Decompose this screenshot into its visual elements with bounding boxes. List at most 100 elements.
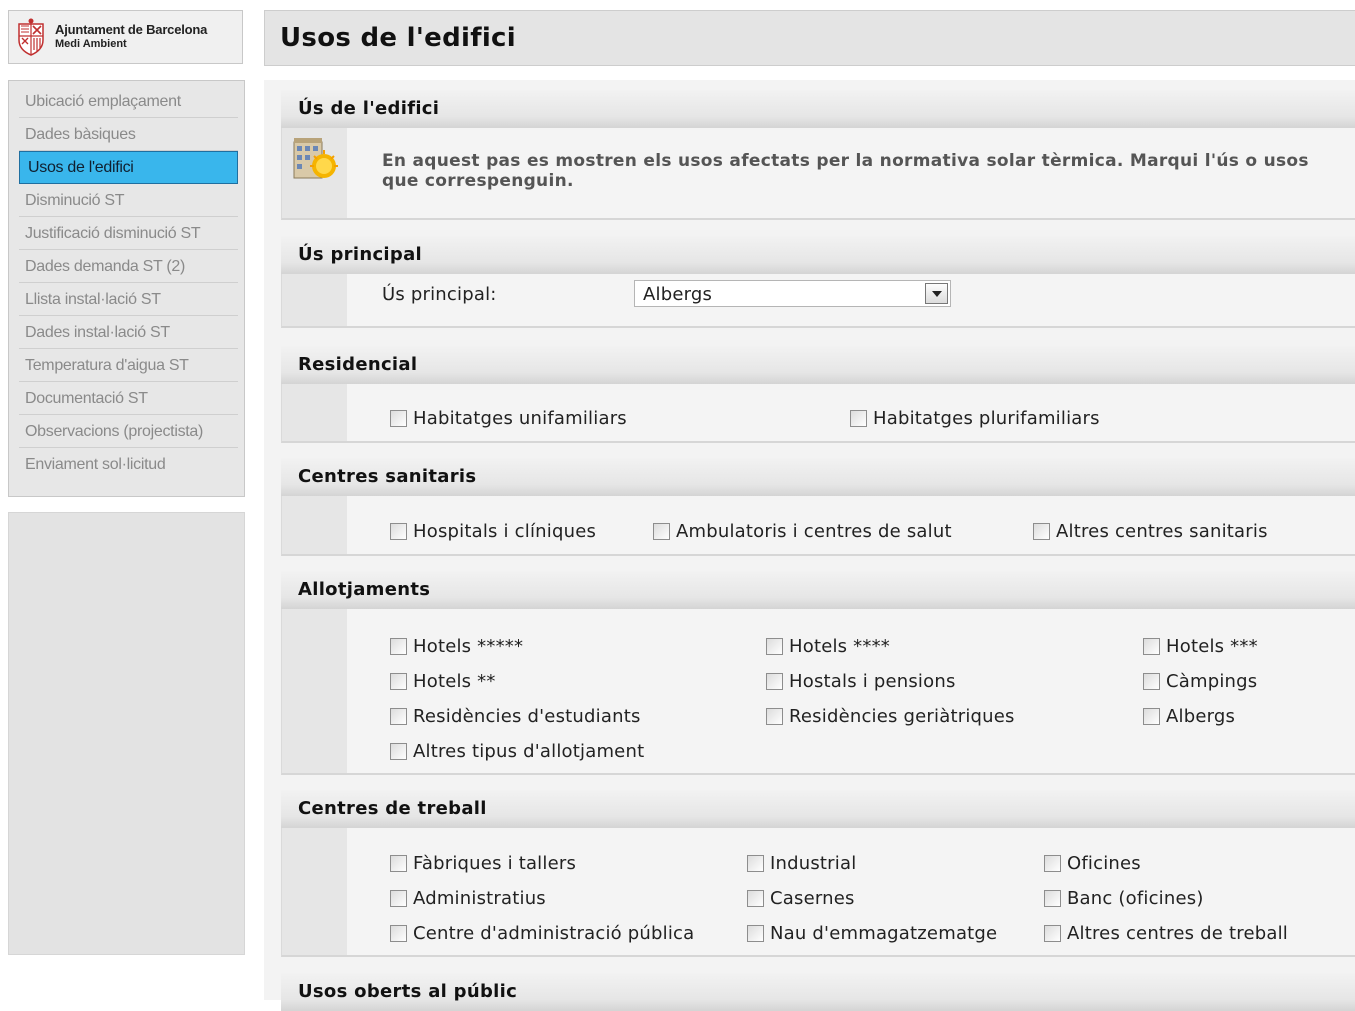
page-header: Usos de l'edifici xyxy=(264,10,1355,66)
checkbox-casernes[interactable]: Casernes xyxy=(747,888,855,909)
checkbox-campings[interactable]: Càmpings xyxy=(1143,671,1257,692)
checkbox-label: Altres tipus d'allotjament xyxy=(413,741,645,762)
checkbox-altres-allotjament[interactable]: Altres tipus d'allotjament xyxy=(390,741,644,762)
checkbox-albergs[interactable]: Albergs xyxy=(1143,706,1235,727)
checkbox-box[interactable] xyxy=(1143,708,1160,725)
checkbox-label: Residències geriàtriques xyxy=(789,706,1015,727)
checkbox-hospitals[interactable]: Hospitals i clíniques xyxy=(390,521,596,542)
checkbox-label: Hostals i pensions xyxy=(789,671,956,692)
checkbox-habitatges-plurifamiliars[interactable]: Habitatges plurifamiliars xyxy=(850,408,1100,429)
checkbox-box[interactable] xyxy=(1044,925,1061,942)
checkbox-box[interactable] xyxy=(390,638,407,655)
section-title: Ús principal xyxy=(281,236,1355,274)
checkbox-fabriques[interactable]: Fàbriques i tallers xyxy=(390,853,576,874)
checkbox-box[interactable] xyxy=(1044,890,1061,907)
logo[interactable]: Ajuntament de Barcelona Medi Ambient xyxy=(8,10,243,64)
checkbox-label: Banc (oficines) xyxy=(1067,888,1204,909)
us-principal-value: Albergs xyxy=(643,284,713,305)
checkbox-box[interactable] xyxy=(1033,523,1050,540)
checkbox-label: Habitatges unifamiliars xyxy=(413,408,627,429)
section-title: Ús de l'edifici xyxy=(281,90,1355,128)
nav-item-disminucio[interactable]: Disminució ST xyxy=(19,184,238,217)
nav-item-ubicacio[interactable]: Ubicació emplaçament xyxy=(19,85,238,118)
nav-item-dades-basiques[interactable]: Dades bàsiques xyxy=(19,118,238,151)
nav-item-dades-installacio[interactable]: Dades instal·lació ST xyxy=(19,316,238,349)
checkbox-nau-emmagatzematge[interactable]: Nau d'emmagatzematge xyxy=(747,923,997,944)
barcelona-shield-icon xyxy=(18,18,44,56)
checkbox-box[interactable] xyxy=(390,855,407,872)
checkbox-label: Administratius xyxy=(413,888,546,909)
checkbox-ambulatoris[interactable]: Ambulatoris i centres de salut xyxy=(653,521,952,542)
checkbox-label: Residències d'estudiants xyxy=(413,706,641,727)
checkbox-box[interactable] xyxy=(766,638,783,655)
checkbox-label: Industrial xyxy=(770,853,857,874)
checkbox-box[interactable] xyxy=(850,410,867,427)
checkbox-habitatges-unifamiliars[interactable]: Habitatges unifamiliars xyxy=(390,408,627,429)
checkbox-box[interactable] xyxy=(653,523,670,540)
info-text: En aquest pas es mostren els usos afecta… xyxy=(382,151,1309,191)
section-info: Ús de l'edifici En aquest pas es mostren… xyxy=(281,90,1355,220)
checkbox-centre-administracio[interactable]: Centre d'administració pública xyxy=(390,923,694,944)
checkbox-industrial[interactable]: Industrial xyxy=(747,853,856,874)
checkbox-label: Oficines xyxy=(1067,853,1141,874)
section-residencial: Residencial Habitatges unifamiliars Habi… xyxy=(281,346,1355,443)
nav-item-observacions[interactable]: Observacions (projectista) xyxy=(19,415,238,448)
logo-department: Medi Ambient xyxy=(55,38,127,50)
us-principal-select[interactable]: Albergs xyxy=(634,280,951,307)
checkbox-oficines[interactable]: Oficines xyxy=(1044,853,1141,874)
checkbox-residencies-geriatriques[interactable]: Residències geriàtriques xyxy=(766,706,1015,727)
nav-item-enviament[interactable]: Enviament sol·licitud xyxy=(19,448,238,481)
checkbox-label: Altres centres sanitaris xyxy=(1056,521,1268,542)
section-title: Centres sanitaris xyxy=(281,458,1355,496)
checkbox-box[interactable] xyxy=(747,925,764,942)
nav-item-llista-installacio[interactable]: Llista instal·lació ST xyxy=(19,283,238,316)
checkbox-label: Hotels **** xyxy=(789,636,890,657)
checkbox-altres-sanitaris[interactable]: Altres centres sanitaris xyxy=(1033,521,1268,542)
checkbox-box[interactable] xyxy=(390,708,407,725)
checkbox-label: Habitatges plurifamiliars xyxy=(873,408,1100,429)
nav-item-dades-demanda[interactable]: Dades demanda ST (2) xyxy=(19,250,238,283)
checkbox-label: Fàbriques i tallers xyxy=(413,853,577,874)
checkbox-label: Hotels ***** xyxy=(413,636,524,657)
checkbox-banc-oficines[interactable]: Banc (oficines) xyxy=(1044,888,1204,909)
checkbox-residencies-estudiants[interactable]: Residències d'estudiants xyxy=(390,706,641,727)
section-title: Residencial xyxy=(281,346,1355,384)
checkbox-box[interactable] xyxy=(1143,673,1160,690)
checkbox-label: Casernes xyxy=(770,888,855,909)
nav-item-usos-edifici[interactable]: Usos de l'edifici xyxy=(19,151,238,184)
checkbox-label: Centre d'administració pública xyxy=(413,923,695,944)
checkbox-box[interactable] xyxy=(747,890,764,907)
checkbox-box[interactable] xyxy=(390,925,407,942)
checkbox-box[interactable] xyxy=(766,673,783,690)
checkbox-hotels-4[interactable]: Hotels **** xyxy=(766,636,890,657)
building-icon xyxy=(293,138,338,179)
nav-item-justificacio[interactable]: Justificació disminució ST xyxy=(19,217,238,250)
checkbox-administratius[interactable]: Administratius xyxy=(390,888,546,909)
checkbox-box[interactable] xyxy=(390,890,407,907)
sidebar-empty-panel xyxy=(8,512,245,955)
nav-item-documentacio[interactable]: Documentació ST xyxy=(19,382,238,415)
checkbox-box[interactable] xyxy=(390,523,407,540)
checkbox-box[interactable] xyxy=(1143,638,1160,655)
main-content: Ús de l'edifici En aquest pas es mostren… xyxy=(264,80,1355,1011)
chevron-down-icon[interactable] xyxy=(925,283,948,304)
section-title: Allotjaments xyxy=(281,571,1355,609)
checkbox-box[interactable] xyxy=(390,673,407,690)
checkbox-label: Nau d'emmagatzematge xyxy=(770,923,998,944)
checkbox-hotels-2[interactable]: Hotels ** xyxy=(390,671,496,692)
nav-item-temperatura[interactable]: Temperatura d'aigua ST xyxy=(19,349,238,382)
page-title: Usos de l'edifici xyxy=(280,23,516,53)
checkbox-altres-treball[interactable]: Altres centres de treball xyxy=(1044,923,1288,944)
checkbox-hotels-3[interactable]: Hotels *** xyxy=(1143,636,1258,657)
checkbox-box[interactable] xyxy=(747,855,764,872)
checkbox-hostals[interactable]: Hostals i pensions xyxy=(766,671,956,692)
section-title: Centres de treball xyxy=(281,790,1355,828)
checkbox-box[interactable] xyxy=(766,708,783,725)
section-title: Usos oberts al públic xyxy=(281,973,1355,1011)
logo-org-name: Ajuntament de Barcelona xyxy=(55,22,208,37)
checkbox-hotels-5[interactable]: Hotels ***** xyxy=(390,636,523,657)
checkbox-label: Albergs xyxy=(1166,706,1236,727)
checkbox-box[interactable] xyxy=(1044,855,1061,872)
checkbox-box[interactable] xyxy=(390,743,407,760)
checkbox-box[interactable] xyxy=(390,410,407,427)
